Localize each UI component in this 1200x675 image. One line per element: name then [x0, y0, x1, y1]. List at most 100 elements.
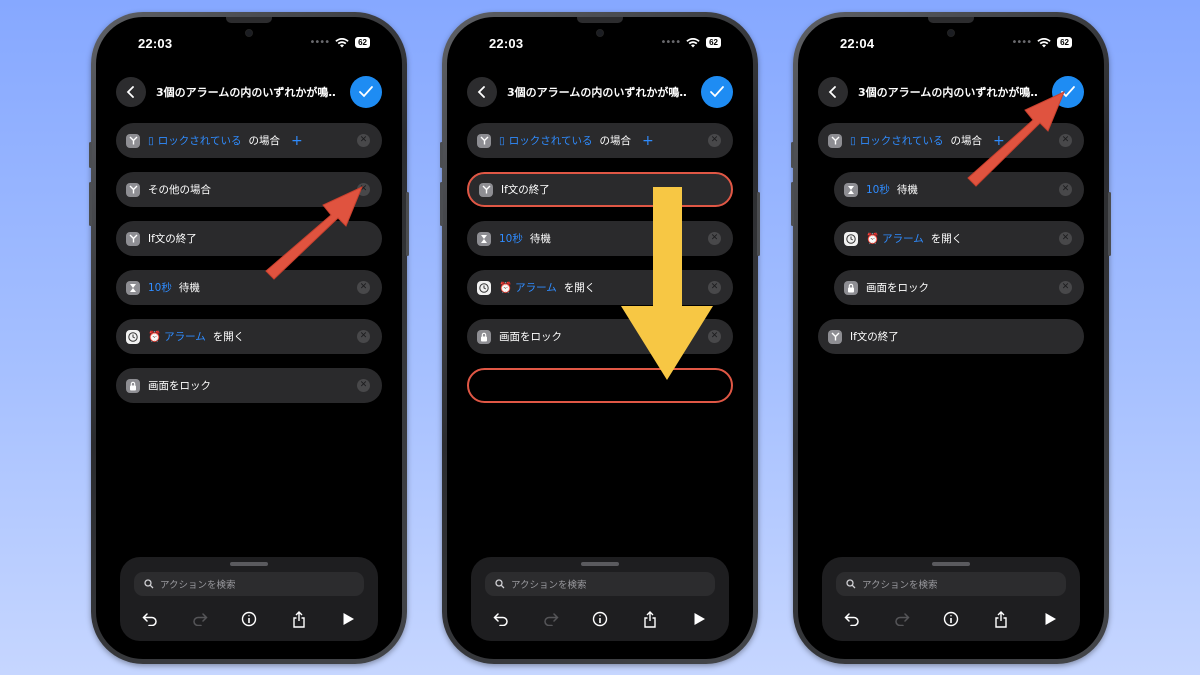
- app-token[interactable]: アラーム: [164, 329, 206, 344]
- condition-token[interactable]: ロックされている: [158, 133, 242, 148]
- action-row-if[interactable]: ▯ ロックされている の場合 + ✕: [818, 123, 1084, 158]
- action-label: を開く: [563, 282, 596, 294]
- action-row-if[interactable]: ▯ ロックされている の場合 + ✕: [116, 123, 382, 158]
- remove-action-icon[interactable]: ✕: [708, 134, 721, 147]
- dynamic-island: [928, 17, 974, 23]
- search-bar[interactable]: アクションを検索: [485, 572, 715, 596]
- done-button[interactable]: [350, 76, 382, 108]
- remove-action-icon[interactable]: ✕: [708, 232, 721, 245]
- lock-glyph: ▯: [850, 134, 856, 147]
- drop-target-highlight: [467, 368, 733, 403]
- undo-icon[interactable]: [140, 609, 160, 629]
- back-button[interactable]: [818, 77, 848, 107]
- action-row-open-app[interactable]: ⏰ アラーム を開く ✕: [834, 221, 1084, 256]
- action-label: 画面をロック: [866, 282, 929, 294]
- drag-handle[interactable]: [581, 562, 619, 566]
- add-condition-button[interactable]: +: [993, 133, 1005, 149]
- action-row-open-app[interactable]: ⏰ アラーム を開く ✕: [467, 270, 733, 305]
- duration-token[interactable]: 10秒: [499, 231, 523, 246]
- back-button[interactable]: [467, 77, 497, 107]
- share-icon[interactable]: [640, 609, 660, 629]
- checkmark-icon: [359, 86, 373, 98]
- phone-1: 22:03 •••• 62 3個のアラームの内のいずれかが鳴… ▯ ロックされて…: [89, 12, 409, 664]
- condition-token[interactable]: ロックされている: [860, 133, 944, 148]
- remove-action-icon[interactable]: ✕: [357, 330, 370, 343]
- battery-indicator: 62: [355, 37, 370, 48]
- remove-action-icon[interactable]: ✕: [708, 330, 721, 343]
- hourglass-icon: [477, 231, 491, 246]
- remove-action-icon[interactable]: ✕: [357, 183, 370, 196]
- if-branch-icon: [477, 133, 491, 148]
- side-button: [757, 192, 760, 256]
- redo-icon[interactable]: [190, 609, 210, 629]
- action-label: If文の終了: [501, 184, 550, 196]
- condition-token[interactable]: ロックされている: [509, 133, 593, 148]
- search-icon: [495, 579, 505, 589]
- shortcut-header: 3個のアラームの内のいずれかが鳴…: [818, 76, 1084, 108]
- action-row-lock-screen[interactable]: 画面をロック ✕: [116, 368, 382, 403]
- battery-indicator: 62: [706, 37, 721, 48]
- back-chevron-icon: [477, 86, 485, 98]
- remove-action-icon[interactable]: ✕: [1059, 232, 1072, 245]
- remove-action-icon[interactable]: ✕: [1059, 281, 1072, 294]
- play-icon[interactable]: [689, 609, 709, 629]
- remove-action-icon[interactable]: ✕: [708, 281, 721, 294]
- undo-icon[interactable]: [842, 609, 862, 629]
- share-icon[interactable]: [289, 609, 309, 629]
- side-button: [440, 182, 443, 226]
- action-row-open-app[interactable]: ⏰ アラーム を開く ✕: [116, 319, 382, 354]
- done-button[interactable]: [701, 76, 733, 108]
- action-row-lock-screen[interactable]: 画面をロック ✕: [834, 270, 1084, 305]
- undo-icon[interactable]: [491, 609, 511, 629]
- redo-icon[interactable]: [892, 609, 912, 629]
- remove-action-icon[interactable]: ✕: [357, 281, 370, 294]
- duration-token[interactable]: 10秒: [148, 280, 172, 295]
- lock-glyph: ▯: [499, 134, 505, 147]
- clock-app-icon: [477, 280, 491, 295]
- action-row-lock-screen[interactable]: 画面をロック ✕: [467, 319, 733, 354]
- action-row-wait[interactable]: 10秒 待機 ✕: [467, 221, 733, 256]
- play-icon[interactable]: [1040, 609, 1060, 629]
- duration-token[interactable]: 10秒: [866, 182, 890, 197]
- action-row-end-if[interactable]: If文の終了: [116, 221, 382, 256]
- toolbar: [842, 609, 1060, 629]
- done-button[interactable]: [1052, 76, 1084, 108]
- action-row-end-if[interactable]: If文の終了: [818, 319, 1084, 354]
- toolbar: [140, 609, 358, 629]
- share-icon[interactable]: [991, 609, 1011, 629]
- remove-action-icon[interactable]: ✕: [357, 379, 370, 392]
- remove-action-icon[interactable]: ✕: [357, 134, 370, 147]
- action-row-end-if-dragging[interactable]: If文の終了: [467, 172, 733, 207]
- add-condition-button[interactable]: +: [291, 133, 303, 149]
- shortcut-header: 3個のアラームの内のいずれかが鳴…: [467, 76, 733, 108]
- info-icon[interactable]: [590, 609, 610, 629]
- action-label: その他の場合: [148, 184, 211, 196]
- info-icon[interactable]: [941, 609, 961, 629]
- action-label: If文の終了: [148, 233, 197, 245]
- action-row-wait[interactable]: 10秒 待機 ✕: [834, 172, 1084, 207]
- search-bar[interactable]: アクションを検索: [836, 572, 1066, 596]
- drag-handle[interactable]: [230, 562, 268, 566]
- back-button[interactable]: [116, 77, 146, 107]
- add-condition-button[interactable]: +: [642, 133, 654, 149]
- screen: 22:03 •••• 62 3個のアラームの内のいずれかが鳴… ▯ ロックされて…: [96, 17, 402, 659]
- app-token[interactable]: アラーム: [882, 231, 924, 246]
- side-button: [440, 142, 443, 168]
- signal-icon: ••••: [660, 37, 682, 48]
- wifi-icon: [335, 37, 349, 47]
- remove-action-icon[interactable]: ✕: [1059, 134, 1072, 147]
- play-icon[interactable]: [338, 609, 358, 629]
- action-row-if[interactable]: ▯ ロックされている の場合 + ✕: [467, 123, 733, 158]
- action-row-wait[interactable]: 10秒 待機 ✕: [116, 270, 382, 305]
- wifi-icon: [1037, 37, 1051, 47]
- action-row-otherwise[interactable]: その他の場合 ✕: [116, 172, 382, 207]
- search-bar[interactable]: アクションを検索: [134, 572, 364, 596]
- drag-handle[interactable]: [932, 562, 970, 566]
- remove-action-icon[interactable]: ✕: [1059, 183, 1072, 196]
- if-branch-icon: [126, 182, 140, 197]
- app-token[interactable]: アラーム: [515, 280, 557, 295]
- status-time: 22:03: [138, 36, 173, 51]
- redo-icon[interactable]: [541, 609, 561, 629]
- info-icon[interactable]: [239, 609, 259, 629]
- search-icon: [144, 579, 154, 589]
